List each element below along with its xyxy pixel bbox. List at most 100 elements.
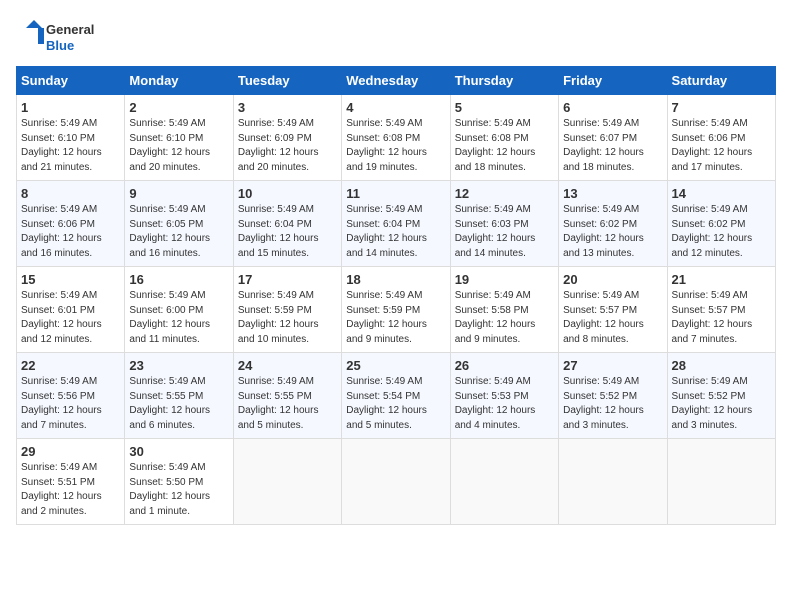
calendar-cell: 6 Sunrise: 5:49 AM Sunset: 6:07 PM Daylig… bbox=[559, 95, 667, 181]
day-info: Sunrise: 5:49 AM Sunset: 6:10 PM Dayligh… bbox=[21, 117, 120, 175]
day-info: Sunrise: 5:49 AM Sunset: 6:08 PM Dayligh… bbox=[346, 117, 445, 175]
day-number: 4 bbox=[346, 100, 445, 115]
calendar-cell: 30Sunrise: 5:49 AM Sunset: 5:50 PM Dayli… bbox=[125, 439, 233, 525]
calendar-cell: 29 Sunrise: 5:49 AM Sunset: 5:51 PM Dayli… bbox=[17, 439, 125, 525]
weekday-header-thursday: Thursday bbox=[450, 67, 558, 95]
day-info: Sunrise: 5:49 AM Sunset: 5:53 PM Dayligh… bbox=[455, 375, 554, 433]
day-number: 30 bbox=[129, 444, 228, 459]
calendar-cell bbox=[667, 439, 775, 525]
day-info: Sunrise: 5:49 AM Sunset: 6:05 PM Dayligh… bbox=[129, 203, 228, 261]
day-number: 13 bbox=[563, 186, 662, 201]
calendar-cell: 16 Sunrise: 5:49 AM Sunset: 6:00 PM Dayli… bbox=[125, 267, 233, 353]
weekday-header-saturday: Saturday bbox=[667, 67, 775, 95]
day-info: Sunrise: 5:49 AM Sunset: 6:09 PM Dayligh… bbox=[238, 117, 337, 175]
day-info: Sunrise: 5:49 AM Sunset: 5:56 PM Dayligh… bbox=[21, 375, 120, 433]
day-number: 11 bbox=[346, 186, 445, 201]
day-info: Sunrise: 5:49 AM Sunset: 5:51 PM Dayligh… bbox=[21, 461, 120, 519]
day-number: 25 bbox=[346, 358, 445, 373]
day-number: 12 bbox=[455, 186, 554, 201]
calendar-cell: 1Sunrise: 5:49 AM Sunset: 6:10 PM Daylig… bbox=[17, 95, 125, 181]
day-number: 23 bbox=[129, 358, 228, 373]
calendar-cell: 17 Sunrise: 5:49 AM Sunset: 5:59 PM Dayli… bbox=[233, 267, 341, 353]
calendar-cell: 20 Sunrise: 5:49 AM Sunset: 5:57 PM Dayli… bbox=[559, 267, 667, 353]
weekday-header-wednesday: Wednesday bbox=[342, 67, 450, 95]
calendar-cell: 26 Sunrise: 5:49 AM Sunset: 5:53 PM Dayli… bbox=[450, 353, 558, 439]
calendar-cell: 24 Sunrise: 5:49 AM Sunset: 5:55 PM Dayli… bbox=[233, 353, 341, 439]
day-info: Sunrise: 5:49 AM Sunset: 5:52 PM Dayligh… bbox=[672, 375, 771, 433]
calendar-cell: 21 Sunrise: 5:49 AM Sunset: 5:57 PM Dayli… bbox=[667, 267, 775, 353]
calendar-cell: 7 Sunrise: 5:49 AM Sunset: 6:06 PM Daylig… bbox=[667, 95, 775, 181]
calendar-cell: 10Sunrise: 5:49 AM Sunset: 6:04 PM Dayli… bbox=[233, 181, 341, 267]
day-number: 21 bbox=[672, 272, 771, 287]
day-info: Sunrise: 5:49 AM Sunset: 5:57 PM Dayligh… bbox=[563, 289, 662, 347]
day-number: 14 bbox=[672, 186, 771, 201]
weekday-header-monday: Monday bbox=[125, 67, 233, 95]
calendar-cell: 14 Sunrise: 5:49 AM Sunset: 6:02 PM Dayli… bbox=[667, 181, 775, 267]
calendar-cell bbox=[342, 439, 450, 525]
calendar-cell bbox=[450, 439, 558, 525]
calendar-cell: 25 Sunrise: 5:49 AM Sunset: 5:54 PM Dayli… bbox=[342, 353, 450, 439]
day-number: 2 bbox=[129, 100, 228, 115]
day-number: 6 bbox=[563, 100, 662, 115]
day-number: 22 bbox=[21, 358, 120, 373]
calendar-cell: 27 Sunrise: 5:49 AM Sunset: 5:52 PM Dayli… bbox=[559, 353, 667, 439]
day-info: Sunrise: 5:49 AM Sunset: 6:01 PM Dayligh… bbox=[21, 289, 120, 347]
calendar-cell: 13 Sunrise: 5:49 AM Sunset: 6:02 PM Dayli… bbox=[559, 181, 667, 267]
day-info: Sunrise: 5:49 AM Sunset: 5:57 PM Dayligh… bbox=[672, 289, 771, 347]
calendar-week-4: 22 Sunrise: 5:49 AM Sunset: 5:56 PM Dayli… bbox=[17, 353, 776, 439]
day-info: Sunrise: 5:49 AM Sunset: 6:02 PM Dayligh… bbox=[672, 203, 771, 261]
calendar-week-3: 15 Sunrise: 5:49 AM Sunset: 6:01 PM Dayli… bbox=[17, 267, 776, 353]
day-info: Sunrise: 5:49 AM Sunset: 5:52 PM Dayligh… bbox=[563, 375, 662, 433]
calendar-cell: 3 Sunrise: 5:49 AM Sunset: 6:09 PM Daylig… bbox=[233, 95, 341, 181]
logo: General Blue bbox=[16, 16, 106, 56]
svg-text:General: General bbox=[46, 22, 94, 37]
calendar-cell: 5 Sunrise: 5:49 AM Sunset: 6:08 PM Daylig… bbox=[450, 95, 558, 181]
day-number: 16 bbox=[129, 272, 228, 287]
day-info: Sunrise: 5:49 AM Sunset: 5:59 PM Dayligh… bbox=[238, 289, 337, 347]
day-info: Sunrise: 5:49 AM Sunset: 5:58 PM Dayligh… bbox=[455, 289, 554, 347]
logo-svg: General Blue bbox=[16, 16, 106, 56]
day-number: 26 bbox=[455, 358, 554, 373]
day-number: 7 bbox=[672, 100, 771, 115]
day-info: Sunrise: 5:49 AM Sunset: 6:06 PM Dayligh… bbox=[672, 117, 771, 175]
calendar-cell: 18 Sunrise: 5:49 AM Sunset: 5:59 PM Dayli… bbox=[342, 267, 450, 353]
calendar-cell: 15 Sunrise: 5:49 AM Sunset: 6:01 PM Dayli… bbox=[17, 267, 125, 353]
day-info: Sunrise: 5:49 AM Sunset: 5:54 PM Dayligh… bbox=[346, 375, 445, 433]
weekday-header-friday: Friday bbox=[559, 67, 667, 95]
day-info: Sunrise: 5:49 AM Sunset: 5:55 PM Dayligh… bbox=[129, 375, 228, 433]
day-info: Sunrise: 5:49 AM Sunset: 6:03 PM Dayligh… bbox=[455, 203, 554, 261]
calendar-week-5: 29 Sunrise: 5:49 AM Sunset: 5:51 PM Dayli… bbox=[17, 439, 776, 525]
calendar-cell bbox=[559, 439, 667, 525]
day-number: 8 bbox=[21, 186, 120, 201]
day-number: 3 bbox=[238, 100, 337, 115]
day-number: 27 bbox=[563, 358, 662, 373]
day-info: Sunrise: 5:49 AM Sunset: 6:06 PM Dayligh… bbox=[21, 203, 120, 261]
day-info: Sunrise: 5:49 AM Sunset: 5:55 PM Dayligh… bbox=[238, 375, 337, 433]
calendar-cell: 9 Sunrise: 5:49 AM Sunset: 6:05 PM Daylig… bbox=[125, 181, 233, 267]
day-info: Sunrise: 5:49 AM Sunset: 6:00 PM Dayligh… bbox=[129, 289, 228, 347]
calendar-cell: 12 Sunrise: 5:49 AM Sunset: 6:03 PM Dayli… bbox=[450, 181, 558, 267]
day-number: 17 bbox=[238, 272, 337, 287]
day-info: Sunrise: 5:49 AM Sunset: 6:04 PM Dayligh… bbox=[238, 203, 337, 261]
day-info: Sunrise: 5:49 AM Sunset: 6:07 PM Dayligh… bbox=[563, 117, 662, 175]
weekday-header-sunday: Sunday bbox=[17, 67, 125, 95]
calendar-cell: 19 Sunrise: 5:49 AM Sunset: 5:58 PM Dayli… bbox=[450, 267, 558, 353]
day-info: Sunrise: 5:49 AM Sunset: 6:08 PM Dayligh… bbox=[455, 117, 554, 175]
calendar-week-1: 1Sunrise: 5:49 AM Sunset: 6:10 PM Daylig… bbox=[17, 95, 776, 181]
calendar-table: SundayMondayTuesdayWednesdayThursdayFrid… bbox=[16, 66, 776, 525]
day-number: 15 bbox=[21, 272, 120, 287]
day-number: 19 bbox=[455, 272, 554, 287]
day-number: 9 bbox=[129, 186, 228, 201]
weekday-header-tuesday: Tuesday bbox=[233, 67, 341, 95]
calendar-cell: 28Sunrise: 5:49 AM Sunset: 5:52 PM Dayli… bbox=[667, 353, 775, 439]
calendar-cell: 11 Sunrise: 5:49 AM Sunset: 6:04 PM Dayli… bbox=[342, 181, 450, 267]
day-number: 5 bbox=[455, 100, 554, 115]
day-info: Sunrise: 5:49 AM Sunset: 6:02 PM Dayligh… bbox=[563, 203, 662, 261]
day-info: Sunrise: 5:49 AM Sunset: 5:59 PM Dayligh… bbox=[346, 289, 445, 347]
page-header: General Blue bbox=[16, 16, 776, 56]
day-info: Sunrise: 5:49 AM Sunset: 6:04 PM Dayligh… bbox=[346, 203, 445, 261]
day-number: 20 bbox=[563, 272, 662, 287]
day-number: 29 bbox=[21, 444, 120, 459]
day-number: 24 bbox=[238, 358, 337, 373]
day-number: 18 bbox=[346, 272, 445, 287]
